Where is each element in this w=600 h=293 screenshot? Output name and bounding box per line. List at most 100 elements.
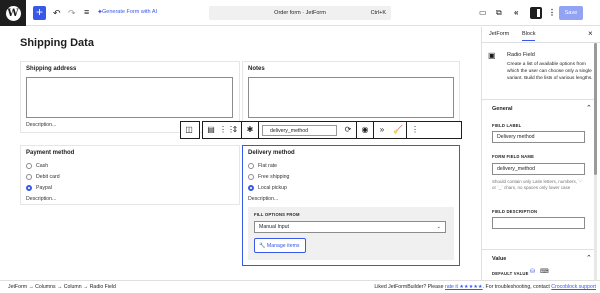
document-title: Order form · JetForm [274,10,326,16]
external-link-icon[interactable]: ⧉ [496,6,502,20]
settings-sidebar-icon[interactable] [530,7,542,19]
payment-method-description: Description... [26,196,57,202]
command-palette-bar[interactable]: Order form · JetForm Ctrl+K [209,6,391,20]
radio-icon [248,174,254,180]
payment-option-debit-card[interactable]: Debit card [26,173,60,181]
breadcrumb-item[interactable]: Column [64,284,82,290]
tab-jetform[interactable]: JetForm [489,31,509,37]
undo-icon[interactable]: ↶ [53,7,61,19]
document-overview-icon[interactable]: ≡ [84,6,89,18]
footer-notice: Liked JetFormBuilder? Please rate it ★★★… [374,281,596,293]
radio-icon [248,163,254,169]
payment-option-paypal[interactable]: Paypal [26,184,52,192]
fill-options-select[interactable]: Manual Input ⌄ [254,221,446,233]
breadcrumb: JetForm → Columns → Column → Radio Field [8,281,116,293]
field-description-input[interactable] [492,217,585,229]
add-block-icon[interactable]: + [33,6,46,20]
database-icon[interactable]: ⛁ [530,268,535,275]
option-label: Flat rate [258,163,278,169]
delivery-option-free-shipping[interactable]: Free shipping [248,173,289,181]
chevron-up-icon[interactable]: ⌃ [586,104,592,112]
general-panel-title[interactable]: General [492,106,512,112]
breadcrumb-separator: → [28,284,34,290]
forward-icon[interactable]: » [374,122,390,138]
field-description-title: FIELD DESCRIPTION [492,209,538,214]
payment-method-label: Payment method [26,150,75,156]
field-name-hint: Should contain only Latin letters, numbe… [492,179,583,191]
delivery-method-description: Description... [248,196,279,202]
settings-sidebar: JetForm Block × ▣ Radio Field Create a l… [481,27,600,280]
field-label-title: FIELD LABEL [492,123,522,128]
wordpress-logo-icon[interactable]: W [0,0,26,26]
delivery-method-label: Delivery method [248,150,295,156]
delivery-option-flat-rate[interactable]: Flat rate [248,162,277,170]
radio-field-block-icon: ▣ [488,51,496,60]
block-description: Create a list of available options from … [507,62,593,81]
save-button[interactable]: Save [559,6,583,20]
rate-link[interactable]: rate it ★★★★★ [445,284,483,290]
sidebar-scrollbar[interactable] [594,43,597,280]
required-asterisk-icon[interactable]: ✱ [242,122,258,138]
breadcrumb-item[interactable]: Radio Field [90,284,116,290]
fill-options-value: Manual Input [259,224,289,230]
manage-items-button[interactable]: 🔧 Manage items [254,238,306,253]
footer-liked-text: Liked JetFormBuilder? Please [374,284,444,290]
notes-textarea[interactable] [248,77,454,118]
tab-block[interactable]: Block [522,31,536,41]
drag-handle-icon[interactable]: ⋮⋮ [219,122,235,138]
shipping-address-description: Description... [26,122,57,128]
breadcrumb-separator: → [83,284,89,290]
option-label: Free shipping [258,174,290,180]
move-arrows-icon[interactable]: ⇕ [229,122,241,138]
page-heading[interactable]: Shipping Data [20,37,94,49]
value-panel-title[interactable]: Value [492,256,506,262]
more-options-icon[interactable]: ⋮ [548,6,556,20]
chevron-up-icon[interactable]: ⌃ [586,254,592,262]
fill-options-label: FILL OPTIONS FROM [254,212,300,217]
code-icon[interactable]: ⌨ [540,268,549,275]
form-field-name-title: FORM FIELD NAME [492,154,535,159]
generate-form-ai-button[interactable]: Generate Form with AI [102,8,157,16]
toolbar-divider [258,122,259,138]
footer-trouble-text: . For troubleshooting, contact [482,284,550,290]
manage-items-label: Manage items [266,243,300,249]
editor-top-toolbar: W + ↶ ↷ ≡ ✦ Generate Form with AI Order … [0,0,600,26]
breadcrumb-item[interactable]: Columns [35,284,55,290]
visibility-icon[interactable]: ◉ [357,122,373,138]
block-title: Radio Field [507,52,535,58]
field-name-input[interactable]: delivery_method [262,124,337,136]
parent-block-toolbar: ◫ [180,121,200,139]
redo-icon[interactable]: ↷ [68,7,76,19]
breadcrumb-item[interactable]: JetForm [8,284,27,290]
parent-block-icon[interactable]: ◫ [181,122,197,138]
block-toolbar: ▤ ⋮⋮ ⇕ ✱ delivery_method ⟳ ◉ » 🧹 ⋮ [202,121,462,139]
radio-icon [26,163,32,169]
notes-label: Notes [248,66,265,72]
support-link[interactable]: Crocoblock support [551,284,596,290]
radio-selected-icon [248,185,254,191]
chevron-down-icon: ⌄ [436,224,441,230]
desktop-view-icon[interactable]: ▭ [479,6,487,20]
delivery-option-local-pickup[interactable]: Local pickup [248,184,287,192]
columns-icon[interactable]: ▤ [203,122,219,138]
field-label-input[interactable]: Delivery method [492,131,585,143]
shipping-address-textarea[interactable] [26,77,233,118]
shipping-address-label: Shipping address [26,66,77,72]
form-field-name-input[interactable]: delivery_method [492,163,585,175]
clear-icon[interactable]: 🧹 [390,122,406,138]
breadcrumb-separator: → [57,284,63,290]
jetform-panel-icon[interactable]: « [514,6,518,20]
default-value-title: DEFAULT VALUE [492,271,529,276]
field-settings-icon[interactable]: ⟳ [340,122,356,138]
option-label: Debit card [36,174,60,180]
close-icon[interactable]: × [588,29,593,38]
payment-option-cash[interactable]: Cash [26,162,48,170]
sidebar-tabs: JetForm Block × [482,27,600,43]
more-options-icon[interactable]: ⋮ [407,122,423,138]
option-label: Local pickup [258,185,287,191]
option-label: Paypal [36,185,52,191]
editor-footer: JetForm → Columns → Column → Radio Field… [0,280,600,293]
shortcut-hint: Ctrl+K [370,10,386,16]
wrench-icon: 🔧 [259,243,266,249]
block-editor: W + ↶ ↷ ≡ ✦ Generate Form with AI Order … [0,0,600,293]
